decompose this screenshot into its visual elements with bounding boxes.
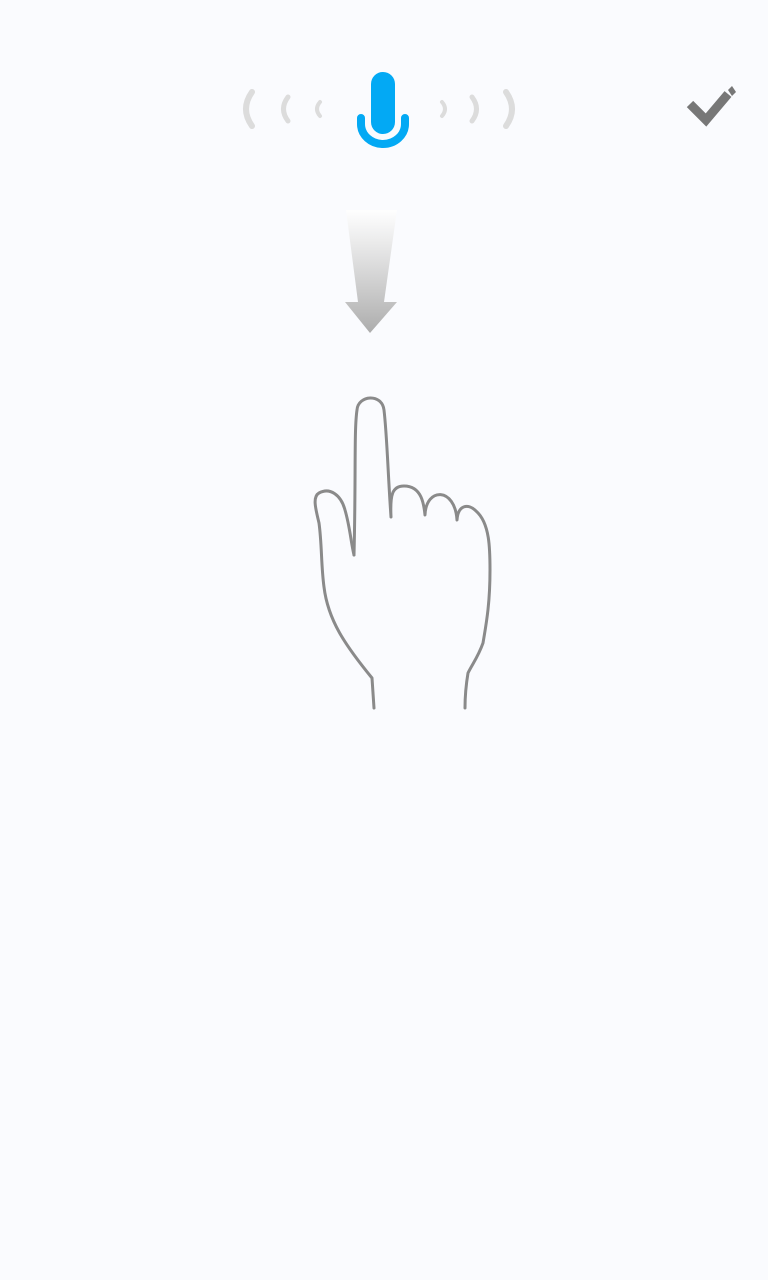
down-arrow-icon — [345, 210, 397, 333]
voice-indicator — [230, 60, 530, 160]
swipe-down-hint — [300, 205, 510, 715]
right-sound-waves-icon — [440, 89, 515, 129]
confirm-button[interactable] — [680, 78, 742, 134]
microphone-icon — [357, 72, 409, 148]
left-sound-waves-icon — [243, 89, 322, 129]
pointing-hand-icon — [352, 396, 492, 710]
voice-input-screen — [0, 0, 768, 1280]
checkmark-icon — [686, 86, 736, 127]
